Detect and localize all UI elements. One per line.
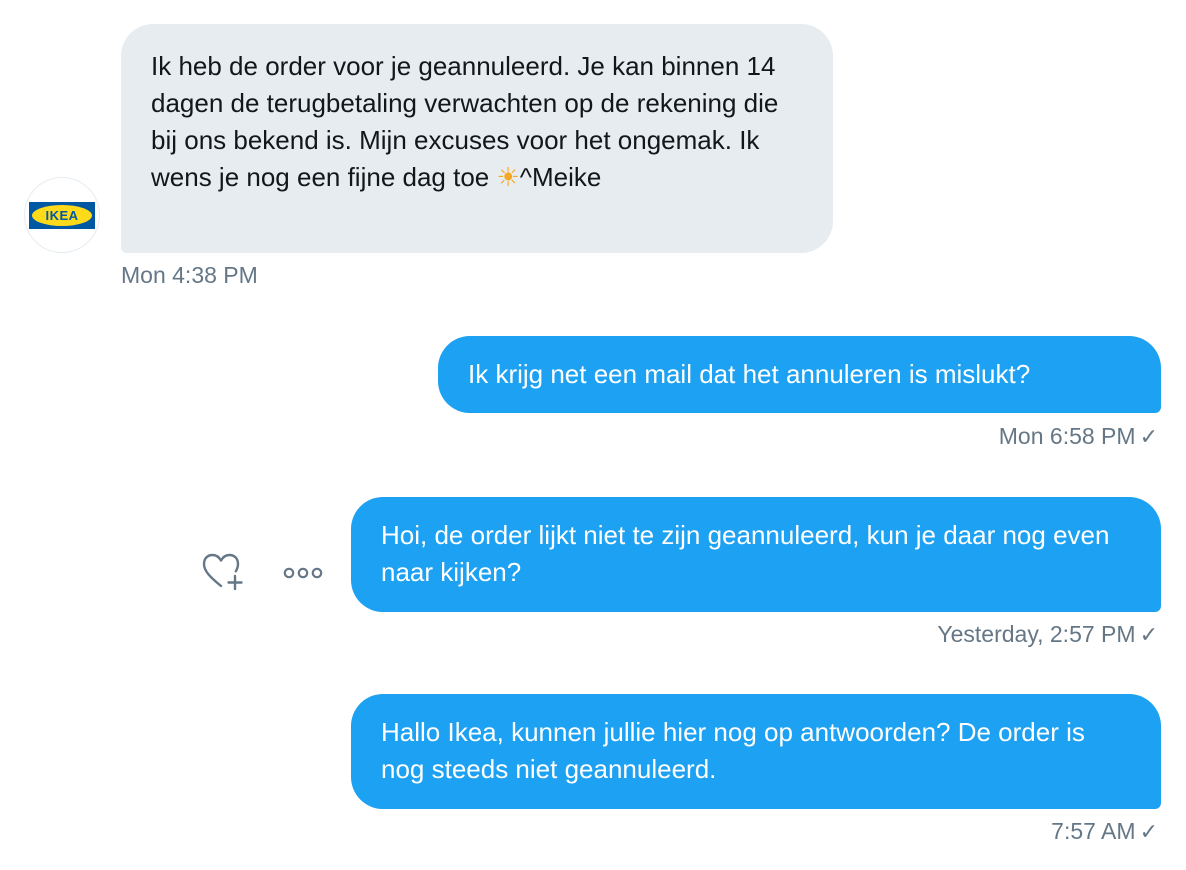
heart-plus-icon[interactable]: [202, 553, 246, 593]
message-text: Hoi, de order lijkt niet te zijn geannul…: [381, 520, 1110, 587]
sent-check-icon: ✓: [1139, 820, 1158, 845]
sent-message-bubble[interactable]: Hallo Ikea, kunnen jullie hier nog op an…: [351, 694, 1161, 809]
message-timestamp: 7:57 AM: [1051, 818, 1136, 844]
message-timestamp: Yesterday, 2:57 PM: [937, 621, 1136, 647]
sender-avatar[interactable]: IKEA: [24, 177, 100, 253]
message-timestamp: Mon 6:58 PM: [998, 423, 1136, 449]
message-signature: ^Meike: [519, 162, 602, 192]
ikea-logo-icon: IKEA: [29, 201, 95, 229]
sent-check-icon: ✓: [1139, 425, 1158, 450]
message-text: Hallo Ikea, kunnen jullie hier nog op an…: [381, 717, 1085, 784]
more-dots-icon[interactable]: [282, 562, 324, 584]
sent-check-icon: ✓: [1139, 623, 1158, 648]
ikea-logo-text: IKEA: [32, 204, 92, 226]
message-timestamp: Mon 4:38 PM: [121, 262, 258, 288]
sun-emoji-icon: ☀: [496, 163, 520, 193]
message-text: Ik krijg net een mail dat het annuleren …: [468, 359, 1031, 389]
sent-message-bubble[interactable]: Hoi, de order lijkt niet te zijn geannul…: [351, 497, 1161, 612]
message-timestamp-row: 7:57 AM ✓: [1051, 818, 1158, 845]
sent-message-bubble[interactable]: Ik krijg net een mail dat het annuleren …: [438, 336, 1161, 413]
received-message-bubble[interactable]: Ik heb de order voor je geannuleerd. Je …: [121, 24, 833, 253]
message-text: Ik heb de order voor je geannuleerd. Je …: [151, 51, 779, 192]
message-timestamp-row: Yesterday, 2:57 PM ✓: [937, 621, 1158, 648]
message-timestamp-row: Mon 6:58 PM ✓: [999, 423, 1158, 450]
